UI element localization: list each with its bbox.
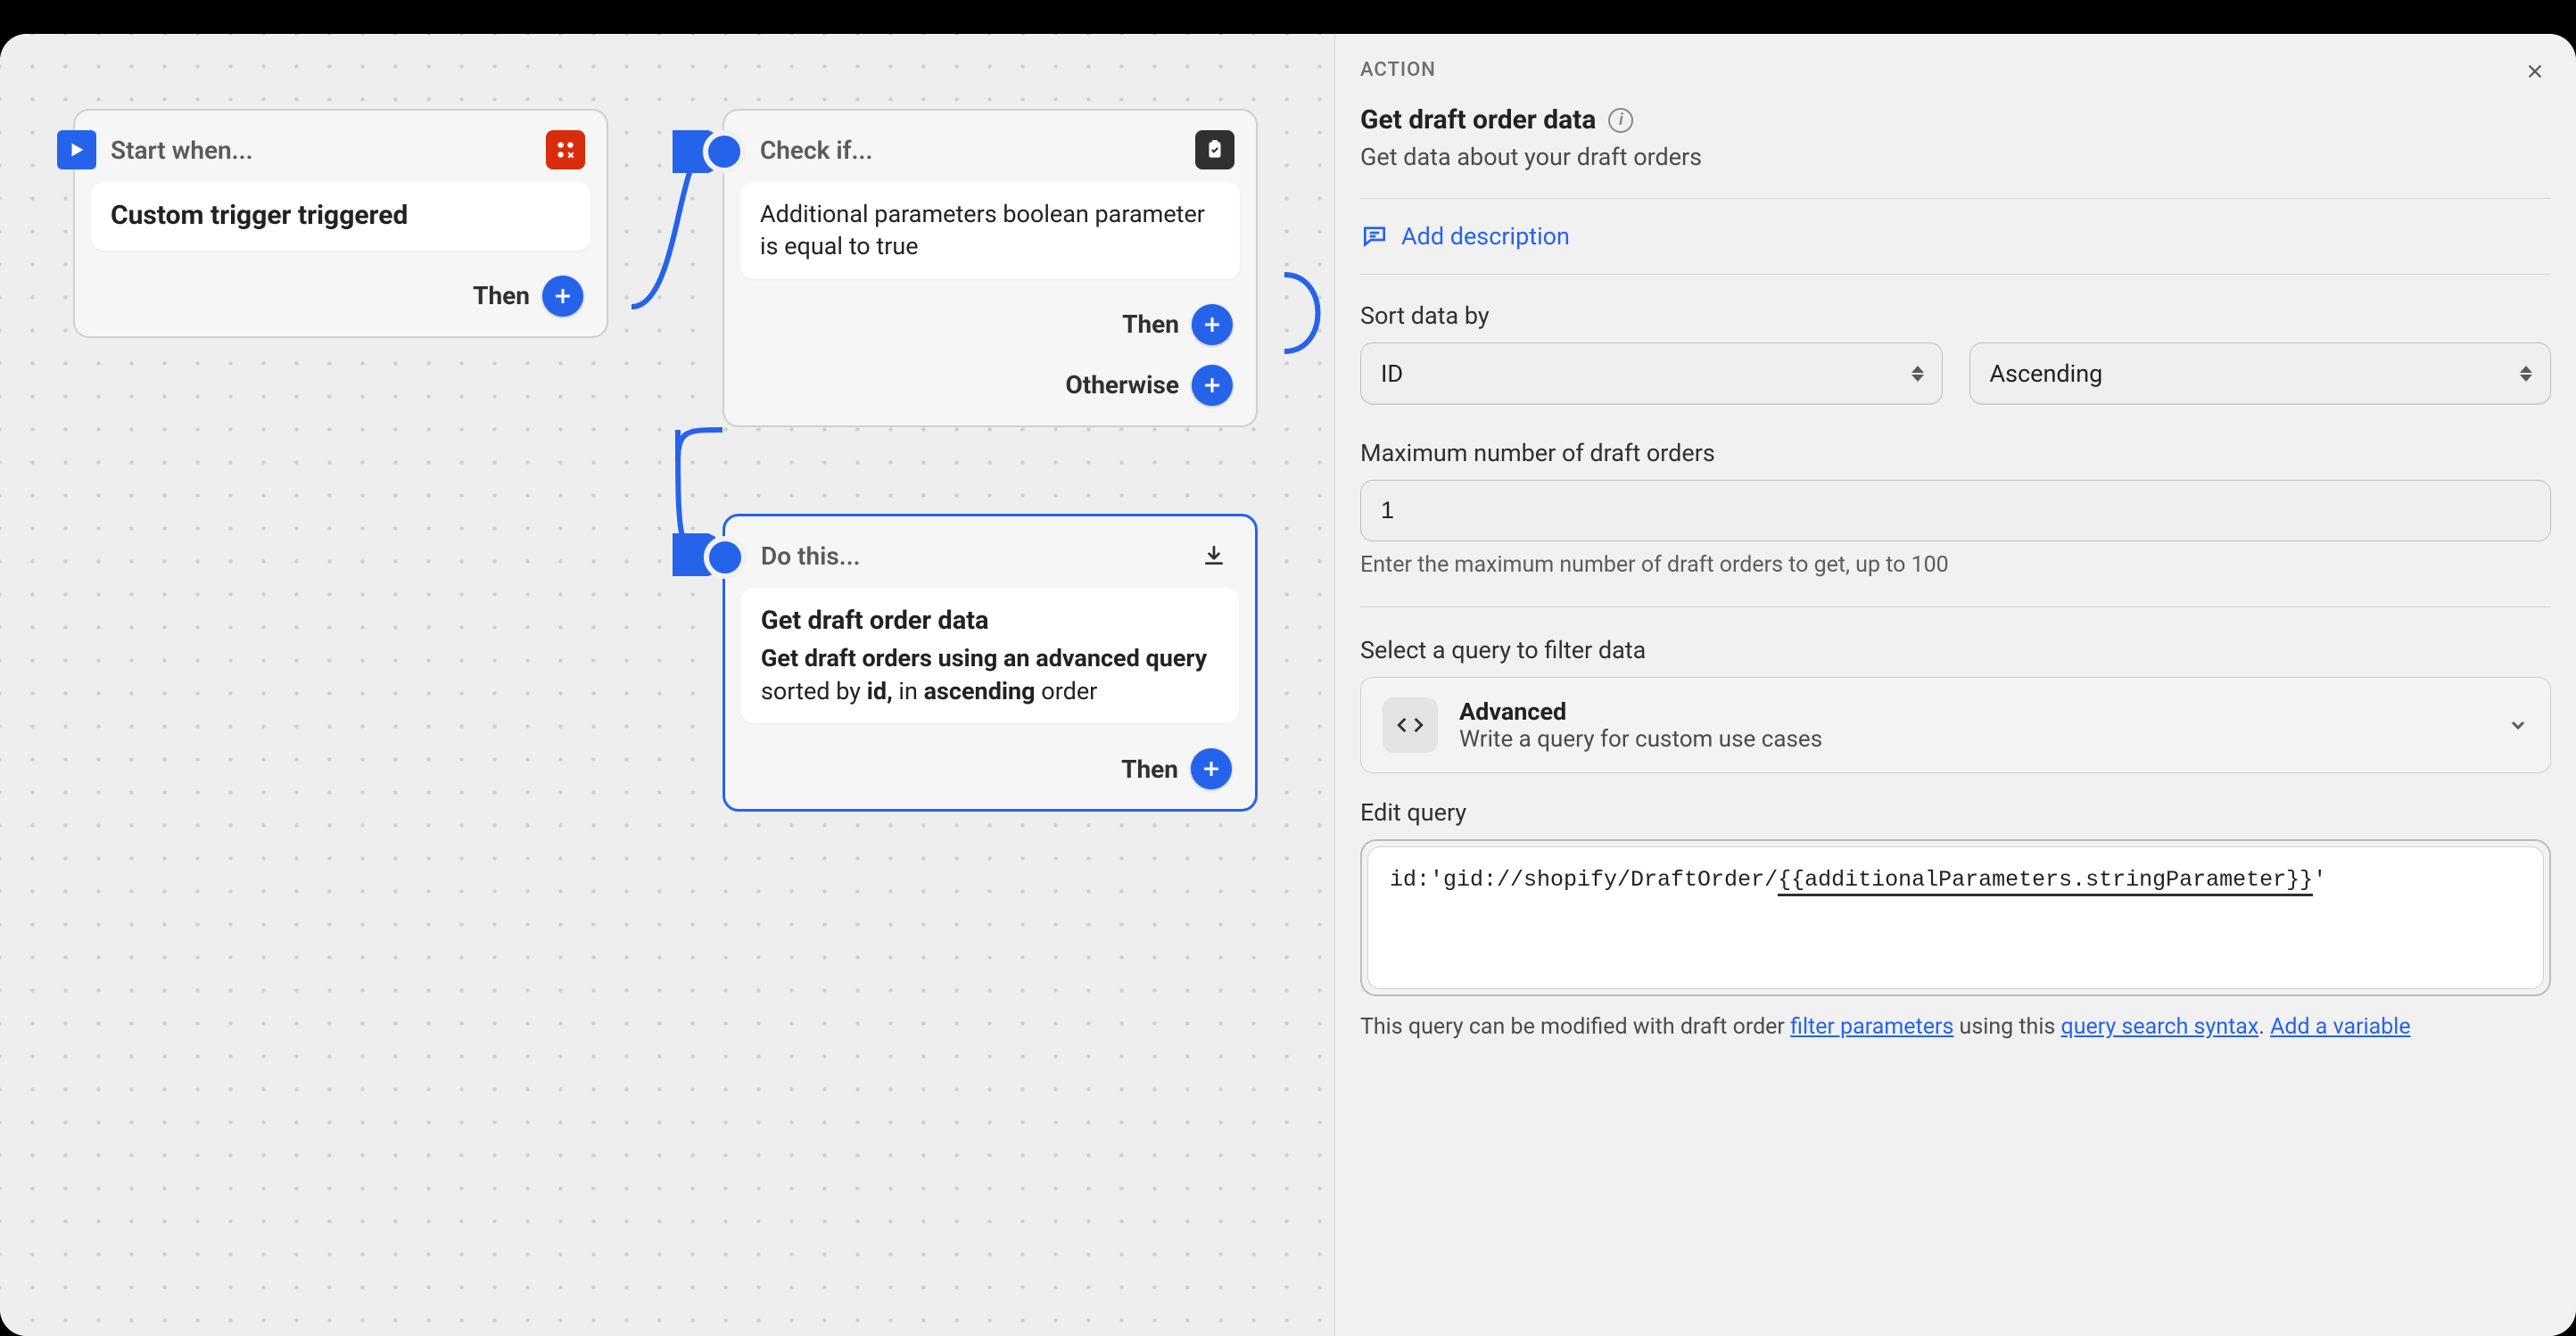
- max-orders-hint: Enter the maximum number of draft orders…: [1360, 552, 2551, 578]
- footnote-t2: using this: [1953, 1014, 2060, 1040]
- check-then-row: Then: [724, 295, 1256, 365]
- app-window: Start when... Custom trigger triggered T…: [0, 34, 2576, 1336]
- query-card-desc: Write a query for custom use cases: [1459, 726, 2486, 753]
- then-label: Then: [1122, 309, 1179, 339]
- node-connector-dot: [703, 130, 746, 173]
- action-body: Get draft order data Get draft orders us…: [741, 588, 1239, 723]
- filter-parameters-link[interactable]: filter parameters: [1790, 1014, 1953, 1040]
- action-then-row: Then: [725, 739, 1255, 809]
- then-label: Then: [473, 281, 530, 310]
- trigger-app-icon: [546, 130, 585, 169]
- download-icon: [1194, 536, 1234, 575]
- action-desc-t3: order: [1036, 677, 1098, 705]
- add-description-label: Add description: [1401, 222, 1570, 251]
- add-then-step-button[interactable]: [1192, 304, 1233, 345]
- node-header-title: Check if...: [760, 136, 872, 165]
- editor-text-prefix: id:'gid://shopify/DraftOrder/: [1390, 867, 1778, 893]
- add-otherwise-step-button[interactable]: [1192, 365, 1233, 406]
- query-editor[interactable]: id:'gid://shopify/DraftOrder/{{additiona…: [1367, 846, 2544, 989]
- play-icon: [57, 130, 96, 169]
- node-header: Check if...: [724, 111, 1256, 182]
- query-editor-wrap: id:'gid://shopify/DraftOrder/{{additiona…: [1360, 839, 2551, 996]
- add-step-button[interactable]: [1191, 748, 1232, 789]
- query-footnote: This query can be modified with draft or…: [1360, 1010, 2551, 1044]
- action-node[interactable]: Do this... Get draft order data Get draf…: [722, 514, 1258, 812]
- node-header: Start when...: [75, 111, 607, 182]
- trigger-node[interactable]: Start when... Custom trigger triggered T…: [73, 109, 608, 338]
- action-desc-id: id,: [867, 677, 893, 705]
- action-body-desc: Get draft orders using an advanced query…: [761, 642, 1219, 707]
- panel-subtitle: Get data about your draft orders: [1360, 143, 2551, 171]
- sort-field-select[interactable]: ID: [1360, 342, 1943, 405]
- panel-title: Get draft order data: [1360, 104, 1596, 136]
- node-header-title: Start when...: [111, 136, 253, 165]
- speech-bubble-icon: [1360, 222, 1389, 251]
- sort-direction-value: Ascending: [1990, 359, 2103, 388]
- divider: [1360, 606, 2551, 607]
- panel-kicker: ACTION: [1360, 59, 2551, 81]
- condition-body: Additional parameters boolean parameter …: [740, 182, 1240, 279]
- sort-field-value: ID: [1381, 359, 1403, 388]
- node-connector-dot: [704, 536, 747, 579]
- footnote-t1: This query can be modified with draft or…: [1360, 1014, 1790, 1040]
- node-header-title: Do this...: [761, 541, 861, 571]
- info-icon[interactable]: i: [1608, 108, 1633, 133]
- close-button[interactable]: [2517, 54, 2553, 89]
- query-type-select[interactable]: Advanced Write a query for custom use ca…: [1360, 677, 2551, 773]
- then-label: Then: [1121, 755, 1178, 784]
- add-variable-link[interactable]: Add a variable: [2270, 1014, 2411, 1040]
- condition-node[interactable]: Check if... Additional parameters boolea…: [722, 109, 1258, 427]
- add-description-button[interactable]: Add description: [1360, 198, 2551, 275]
- editor-variable-token[interactable]: {{additionalParameters.stringParameter}}: [1778, 867, 2313, 896]
- node-header: Do this...: [725, 516, 1255, 588]
- trigger-body: Custom trigger triggered: [91, 182, 590, 251]
- max-orders-input[interactable]: [1360, 480, 2551, 541]
- query-select-label: Select a query to filter data: [1360, 636, 2551, 664]
- details-panel: ACTION Get draft order data i Get data a…: [1334, 34, 2576, 1336]
- sort-by-label: Sort data by: [1360, 301, 2551, 330]
- panel-title-row: Get draft order data i: [1360, 104, 2551, 136]
- footnote-t3: .: [2258, 1014, 2265, 1040]
- clipboard-icon: [1195, 130, 1234, 169]
- otherwise-label: Otherwise: [1065, 370, 1179, 400]
- check-otherwise-row: Otherwise: [724, 365, 1256, 425]
- max-orders-label: Maximum number of draft orders: [1360, 439, 2551, 467]
- action-desc-asc: ascending: [924, 677, 1036, 705]
- panel-scroll[interactable]: ACTION Get draft order data i Get data a…: [1335, 34, 2576, 1071]
- action-desc-bold1: Get draft orders using an advanced query: [761, 644, 1207, 672]
- sort-direction-select[interactable]: Ascending: [1969, 342, 2552, 405]
- select-chevron-icon: [1911, 366, 1924, 382]
- action-desc-t2: in: [893, 677, 924, 705]
- workflow-canvas[interactable]: Start when... Custom trigger triggered T…: [0, 34, 1334, 1336]
- trigger-then-row: Then: [75, 267, 607, 336]
- editor-text-suffix: ': [2313, 867, 2326, 893]
- edit-query-label: Edit query: [1360, 798, 2551, 827]
- code-icon: [1383, 697, 1438, 753]
- chevron-down-icon: [2507, 714, 2529, 736]
- add-step-button[interactable]: [542, 276, 583, 317]
- query-card-title: Advanced: [1459, 697, 2486, 726]
- select-chevron-icon: [2520, 366, 2532, 382]
- action-desc-t1: sorted by: [761, 677, 867, 705]
- query-syntax-link[interactable]: query search syntax: [2061, 1014, 2259, 1040]
- action-body-title: Get draft order data: [761, 604, 1219, 639]
